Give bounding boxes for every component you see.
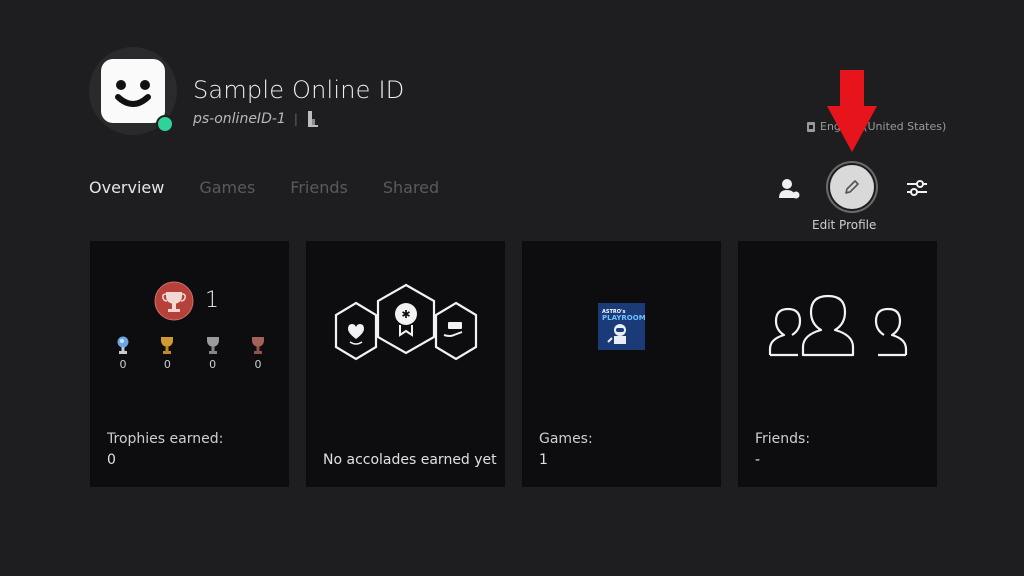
language-icon	[807, 121, 815, 132]
friends-label: Friends:	[755, 431, 811, 447]
svg-text:✱: ✱	[401, 308, 410, 321]
tab-shared[interactable]: Shared	[383, 178, 439, 197]
trophy-level-icon	[154, 281, 194, 321]
friend-request-icon	[779, 179, 800, 199]
game-thumbnail: ASTRO's PLAYROOM	[598, 303, 646, 350]
friends-group-icon	[768, 294, 908, 357]
gold-trophy-icon	[161, 337, 174, 354]
games-card[interactable]: ASTRO's PLAYROOM Games: 1	[522, 241, 721, 487]
edit-profile-button[interactable]	[830, 165, 874, 209]
tab-overview[interactable]: Overview	[89, 178, 164, 197]
smiley-face-icon	[115, 80, 151, 107]
trophy-counts: 0 0 0 0	[90, 336, 289, 371]
avatar-image	[101, 59, 165, 123]
svg-text:PLAYROOM: PLAYROOM	[602, 314, 645, 322]
online-status-indicator	[156, 115, 174, 133]
platinum-trophy-icon	[117, 336, 129, 354]
gold-count: 0	[163, 358, 171, 371]
accolades-label: No accolades earned yet	[323, 452, 497, 468]
add-friend-button[interactable]	[778, 177, 802, 205]
pencil-icon	[845, 180, 859, 194]
games-label: Games:	[539, 431, 593, 447]
profile-handle: ps-onlineID-1	[193, 111, 286, 127]
settings-button[interactable]	[906, 177, 928, 203]
friends-card[interactable]: Friends: -	[738, 241, 937, 487]
red-arrow-annotation	[827, 70, 877, 152]
sliders-icon	[907, 180, 927, 196]
platinum-count: 0	[119, 358, 127, 371]
trophy-platinum: 0	[116, 336, 130, 371]
silver-count: 0	[209, 358, 217, 371]
trophy-gold: 0	[159, 336, 175, 371]
trophies-card[interactable]: 1 0 0 0 0 Trophies earned: 0	[90, 241, 289, 487]
trophies-label: Trophies earned:	[107, 431, 224, 447]
tab-games[interactable]: Games	[199, 178, 255, 197]
accolades-card[interactable]: ✱ No accolades earned yet	[306, 241, 505, 487]
avatar[interactable]	[89, 47, 177, 135]
silver-trophy-icon	[206, 337, 219, 354]
astro-playroom-thumbnail: ASTRO's PLAYROOM	[598, 303, 646, 350]
bronze-count: 0	[254, 358, 262, 371]
online-id: Sample Online ID	[193, 76, 405, 104]
profile-tabs: Overview Games Friends Shared	[89, 178, 439, 197]
trophy-silver: 0	[205, 336, 221, 371]
trophies-value: 0	[107, 452, 116, 468]
profile-subline: ps-onlineID-1 |	[193, 110, 320, 128]
edit-profile-label: Edit Profile	[812, 218, 877, 232]
friends-value: -	[755, 452, 761, 468]
games-value: 1	[539, 452, 548, 468]
tab-friends[interactable]: Friends	[290, 178, 348, 197]
accolades-icon: ✱	[334, 283, 478, 361]
bronze-trophy-icon	[251, 337, 264, 354]
separator: |	[293, 112, 298, 126]
ps5-console-icon	[307, 111, 318, 127]
trophy-level: 1	[205, 288, 219, 313]
trophy-bronze: 0	[250, 336, 266, 371]
